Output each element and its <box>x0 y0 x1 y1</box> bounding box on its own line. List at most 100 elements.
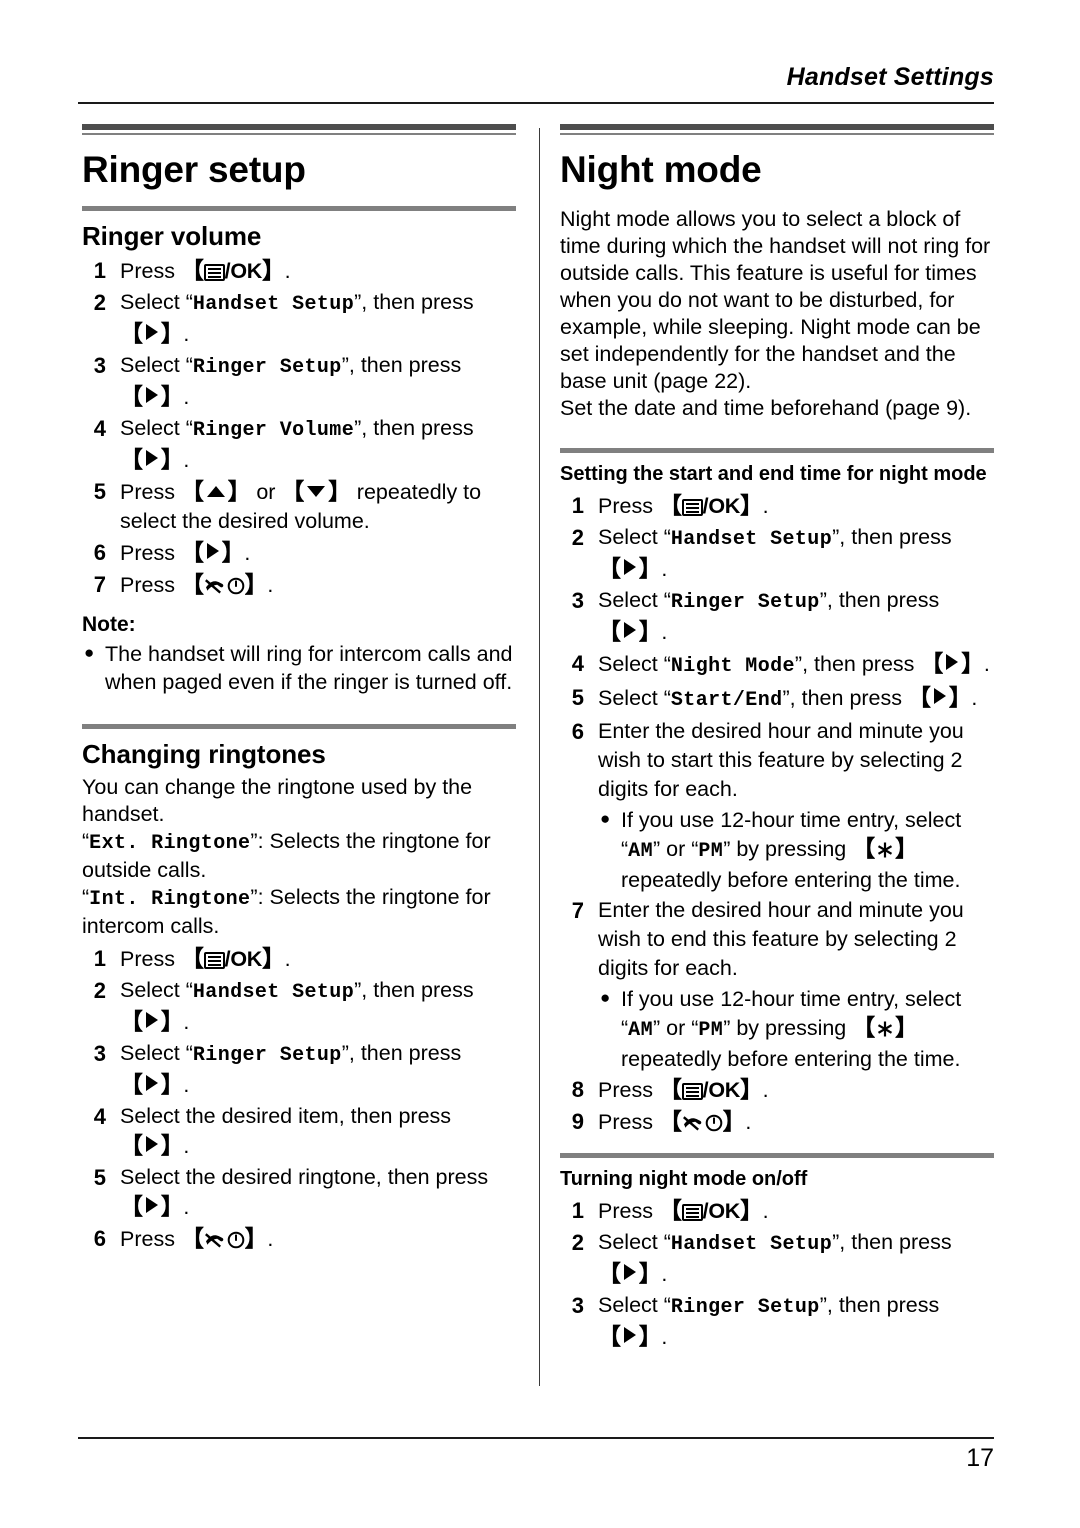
key-menu-ok: 【/OK】 <box>658 1076 763 1102</box>
arrow-down-icon <box>307 486 326 497</box>
step-text-post: . <box>745 1110 752 1134</box>
step-item: 1 Press 【/OK】. <box>560 1196 994 1226</box>
key-arrow-right: 【】 <box>120 320 184 346</box>
lcd-menu-name: Start/End <box>670 689 783 712</box>
step-text-pre: Select “ <box>120 416 193 440</box>
step-text-post: . <box>971 686 978 710</box>
step-item: 6 Enter the desired hour and minute you … <box>560 717 994 894</box>
note-label: Note: <box>82 613 136 636</box>
step-item: 2 Select “Handset Setup”, then press 【】. <box>82 288 516 349</box>
key-star: 【】 <box>852 1014 918 1040</box>
menu-ok-icon <box>681 1204 703 1221</box>
menu-ok-icon <box>681 1083 703 1100</box>
step-item: 2 Select “Handset Setup”, then press 【】. <box>560 523 994 584</box>
power-icon <box>705 1114 723 1132</box>
header-rule <box>78 102 994 104</box>
lcd-menu-name: Ringer Setup <box>670 1296 820 1319</box>
step-text-post: . <box>284 947 291 971</box>
note-bullets: ● The handset will ring for intercom cal… <box>82 640 516 696</box>
arrow-right-icon <box>145 450 158 466</box>
step-item: 7 Enter the desired hour and minute you … <box>560 896 994 1073</box>
key-offhook-power: 【】 <box>180 571 268 597</box>
lcd-menu-name: Handset Setup <box>192 293 355 316</box>
key-arrow-right: 【】 <box>598 1260 662 1286</box>
arrow-right-icon <box>206 543 219 559</box>
night-mode-intro: Night mode allows you to select a block … <box>560 207 991 393</box>
power-icon <box>227 1231 245 1249</box>
step-item: 6 Press 【】. <box>82 538 516 568</box>
page-number: 17 <box>966 1444 994 1472</box>
step-item: 3 Select “Ringer Setup”, then press 【】. <box>82 1039 516 1100</box>
arrow-right-icon <box>623 622 636 638</box>
step-text-pre: Select “ <box>598 652 671 676</box>
step-text-post: . <box>762 1199 769 1223</box>
step-item: 1 Press 【/OK】. <box>82 256 516 286</box>
step-text-post: . <box>244 541 251 565</box>
step-text-post: . <box>661 1325 668 1349</box>
power-icon <box>227 577 245 595</box>
arrow-up-icon <box>206 486 225 497</box>
step-number: 5 <box>571 685 584 710</box>
step-item: 8 Press 【/OK】. <box>560 1075 994 1105</box>
step-text-post: . <box>183 1073 190 1097</box>
key-menu-ok: 【/OK】 <box>658 1197 763 1223</box>
key-arrow-right: 【】 <box>598 618 662 644</box>
section-title-ringer-setup: Ringer setup <box>82 149 306 190</box>
step-number: 2 <box>93 290 106 315</box>
step-number: 1 <box>571 1198 584 1223</box>
step-text-mid: ”, then press <box>341 1041 462 1065</box>
key-arrow-right: 【】 <box>920 650 984 676</box>
key-arrow-right: 【】 <box>120 446 184 472</box>
step-text-pre: Select “ <box>120 353 193 377</box>
offhook-icon <box>682 1114 704 1132</box>
step-text-post: . <box>983 652 990 676</box>
arrow-right-icon <box>145 387 158 403</box>
step-text-pre: Select the desired item, then press <box>120 1104 452 1128</box>
left-column: Ringer setup Ringer volume 1 Press 【/OK】… <box>82 124 516 1256</box>
step-text-post: . <box>762 494 769 518</box>
step-text-pre: Select “ <box>120 978 193 1002</box>
note-bullet-item: ● The handset will ring for intercom cal… <box>82 640 516 696</box>
steps-start-end: 1 Press 【/OK】. 2 Select “Handset Setup”,… <box>560 491 994 1137</box>
subsection-rule-start-end <box>560 448 994 453</box>
running-header-text: Handset Settings <box>786 63 994 91</box>
step-text-post: . <box>183 1195 190 1219</box>
subsection-title-changing-ringtones: Changing ringtones <box>82 739 326 769</box>
offhook-icon <box>204 1231 226 1249</box>
int-ringtone-desc: “Int. Ringtone”: Selects the ringtone fo… <box>82 885 491 938</box>
step-item: 4 Select the desired item, then press 【】… <box>82 1102 516 1161</box>
arrow-right-icon <box>623 1264 636 1280</box>
lcd-menu-name: Ringer Setup <box>670 591 820 614</box>
step-text-pre: Press <box>120 947 181 971</box>
key-arrow-up: 【】 <box>180 478 251 504</box>
step-number: 6 <box>93 1226 106 1251</box>
step-text-pre: Press <box>598 1110 659 1134</box>
step-text-pre: Press <box>598 1199 659 1223</box>
lcd-menu-name: Int. Ringtone <box>89 888 251 911</box>
step-text-post: . <box>267 1227 274 1251</box>
key-arrow-right: 【】 <box>598 1323 662 1349</box>
step-text-post: . <box>183 448 190 472</box>
step-text-post: . <box>183 1134 190 1158</box>
step-text-pre: Select “ <box>598 1230 671 1254</box>
lcd-menu-name: Ringer Setup <box>192 1044 342 1067</box>
arrow-right-icon <box>933 688 946 704</box>
step-text-pre: Press <box>598 1078 659 1102</box>
step-item: 3 Select “Ringer Setup”, then press 【】. <box>82 351 516 412</box>
lcd-menu-name: Ringer Volume <box>192 419 355 442</box>
step-text-mid: ”, then press <box>832 1230 952 1254</box>
step-item: 1 Press 【/OK】. <box>560 491 994 521</box>
step-item: 3 Select “Ringer Setup”, then press 【】. <box>560 1291 994 1352</box>
step-number: 5 <box>93 1165 106 1190</box>
step-number: 4 <box>93 1104 106 1129</box>
key-arrow-right: 【】 <box>120 1132 184 1158</box>
ext-ringtone-desc: “Ext. Ringtone”: Selects the ringtone fo… <box>82 829 491 882</box>
ampm-text-mid: ” or “ <box>652 837 699 861</box>
step-item: 5 Select “Start/End”, then press 【】. <box>560 683 994 715</box>
step-item: 3 Select “Ringer Setup”, then press 【】. <box>560 586 994 647</box>
step-text-mid: ”, then press <box>354 416 474 440</box>
step-text-pre: Press <box>120 259 181 283</box>
ampm-bullet-item: ● If you use 12-hour time entry, select … <box>598 806 994 894</box>
step-text-pre: Press <box>120 573 181 597</box>
steps-ringer-volume: 1 Press 【/OK】. 2 Select “Handset Setup”,… <box>82 256 516 600</box>
